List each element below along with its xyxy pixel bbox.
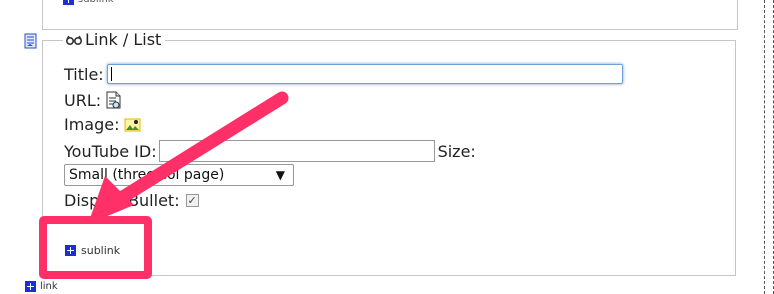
url-label: URL: (64, 91, 102, 110)
plus-icon (65, 245, 76, 256)
text-cursor (110, 67, 112, 81)
sublink-item[interactable]: sublink (65, 244, 120, 257)
upper-sublink-label: sublink (78, 0, 114, 5)
legend-label: Link / List (85, 30, 162, 49)
plus-icon (25, 281, 36, 292)
size-select-value: Small (three col page) (69, 167, 225, 183)
previous-item-box: sublink (42, 0, 738, 30)
title-row: Title: (64, 64, 623, 84)
youtube-row: YouTube ID: Size: (64, 140, 476, 162)
bottom-link-label: link (40, 281, 58, 292)
youtube-id-input[interactable] (158, 140, 435, 162)
document-browse-icon[interactable] (105, 91, 122, 110)
page-list-icon[interactable] (24, 33, 37, 49)
bottom-link-item[interactable]: link (25, 281, 58, 292)
right-dashed-border (764, 0, 774, 294)
upper-sublink-item[interactable]: sublink (63, 0, 114, 5)
fieldset-legend: Link / List (63, 30, 166, 49)
title-input[interactable] (106, 64, 623, 84)
display-bullet-row: Display Bullet: ✓ (64, 191, 199, 210)
link-list-fieldset: Link / List Title: URL: Image: YouTube I… (42, 30, 736, 276)
title-label: Title: (64, 64, 104, 84)
size-select[interactable]: Small (three col page) ▼ (64, 164, 294, 186)
display-bullet-label: Display Bullet: (64, 191, 180, 210)
image-label: Image: (64, 115, 120, 134)
size-label: Size: (437, 141, 476, 161)
image-row: Image: (64, 115, 141, 134)
link-glasses-icon (65, 35, 83, 45)
size-select-row: Small (three col page) ▼ (64, 164, 294, 186)
sublink-label: sublink (81, 244, 121, 257)
youtube-id-label: YouTube ID: (64, 141, 157, 161)
link-list-editor-screen: sublink Link / List Title: URL: (0, 0, 774, 294)
plus-icon (63, 0, 74, 5)
display-bullet-checkbox[interactable]: ✓ (185, 194, 199, 207)
url-row: URL: (64, 91, 122, 110)
chevron-down-icon: ▼ (275, 168, 285, 182)
image-browse-icon[interactable] (124, 115, 141, 134)
